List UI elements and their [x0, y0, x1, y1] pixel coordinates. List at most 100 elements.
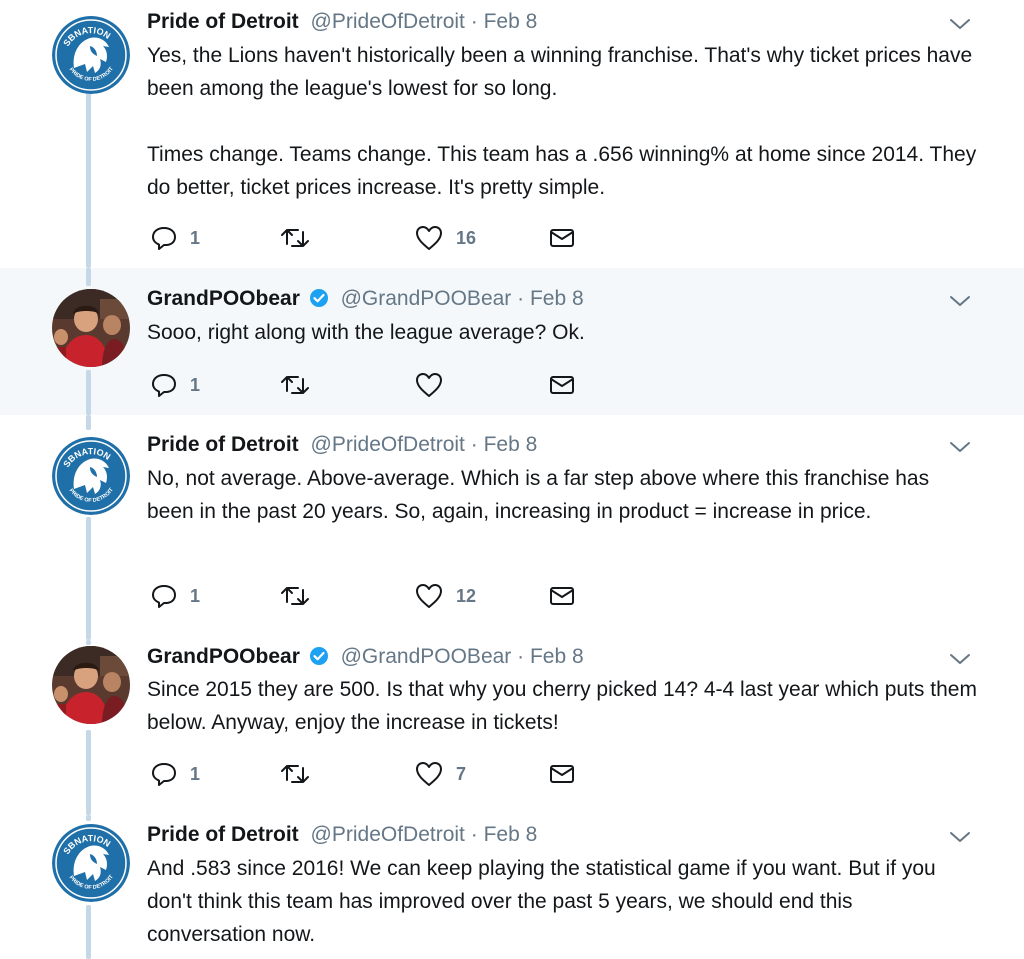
thread-connector-line	[86, 640, 91, 645]
tweet[interactable]: SBNATION PRIDE OF DETROIT Pride of Detro…	[0, 0, 1024, 268]
display-name[interactable]: Pride of Detroit	[147, 10, 299, 33]
heart-icon	[416, 373, 442, 397]
separator-dot: ·	[470, 10, 478, 33]
tweet-header: Pride of Detroit @PrideOfDetroit · Feb 8	[147, 9, 537, 35]
avatar[interactable]: SBNATION PRIDE OF DETROIT	[52, 824, 130, 902]
tweet-actions: 1 12	[150, 581, 650, 611]
tweet[interactable]: SBNATION PRIDE OF DETROIT Pride of Detro…	[0, 815, 1024, 959]
avatar[interactable]: SBNATION PRIDE OF DETROIT	[52, 437, 130, 515]
more-options-chevron-icon[interactable]	[948, 435, 972, 459]
like-button[interactable]: 16	[414, 223, 476, 253]
more-options-chevron-icon[interactable]	[948, 825, 972, 849]
thread-connector-line	[86, 268, 91, 286]
reply-button[interactable]: 1	[150, 370, 200, 400]
reply-icon	[152, 763, 176, 786]
retweet-button[interactable]	[280, 581, 310, 611]
mail-icon	[550, 765, 574, 783]
tweet-text: No, not average. Above-average. Which is…	[147, 462, 977, 528]
heart-icon	[416, 584, 442, 608]
like-count: 7	[456, 763, 467, 784]
tweet-paragraph: Since 2015 they are 500. Is that why you…	[147, 678, 977, 734]
user-handle[interactable]: @PrideOfDetroit	[311, 10, 465, 33]
retweet-button[interactable]	[280, 759, 310, 789]
mail-icon	[550, 587, 574, 605]
sbnation-logo-icon: SBNATION PRIDE OF DETROIT	[52, 824, 130, 902]
tweet-header: GrandPOObear @GrandPOOBear · Feb 8	[147, 286, 584, 315]
verified-badge-icon	[309, 288, 329, 315]
direct-message-button[interactable]	[548, 759, 576, 789]
mail-icon	[550, 229, 574, 247]
tweet-date[interactable]: Feb 8	[530, 287, 584, 310]
retweet-icon	[281, 229, 309, 247]
thread-connector-line	[86, 86, 91, 268]
user-handle[interactable]: @GrandPOOBear	[341, 645, 512, 668]
tweet-actions: 1	[150, 370, 650, 400]
more-options-chevron-icon[interactable]	[948, 289, 972, 313]
like-count: 16	[456, 227, 477, 248]
reply-count: 1	[190, 585, 201, 606]
like-button[interactable]: 7	[414, 759, 466, 789]
direct-message-button[interactable]	[548, 223, 576, 253]
thread-connector-line	[86, 415, 91, 430]
retweet-button[interactable]	[280, 223, 310, 253]
avatar[interactable]	[52, 646, 130, 724]
like-count: 12	[456, 585, 477, 606]
retweet-button[interactable]	[280, 370, 310, 400]
direct-message-button[interactable]	[548, 370, 576, 400]
separator-dot: ·	[517, 287, 525, 310]
direct-message-button[interactable]	[548, 581, 576, 611]
tweet-text: Yes, the Lions haven't historically been…	[147, 39, 977, 204]
display-name[interactable]: GrandPOObear	[147, 287, 300, 310]
like-button[interactable]	[414, 370, 444, 400]
more-options-chevron-icon[interactable]	[948, 12, 972, 36]
tweet-date[interactable]: Feb 8	[484, 823, 538, 846]
tweet[interactable]: SBNATION PRIDE OF DETROIT Pride of Detro…	[0, 415, 1024, 640]
verified-badge-icon	[309, 646, 329, 673]
sbnation-logo-icon: SBNATION PRIDE OF DETROIT	[52, 16, 130, 94]
reply-icon	[152, 374, 176, 397]
tweet-date[interactable]: Feb 8	[530, 645, 584, 668]
tweet-text: Since 2015 they are 500. Is that why you…	[147, 673, 977, 739]
tweet-actions: 1 7	[150, 759, 650, 789]
thread-connector-line	[86, 905, 91, 959]
display-name[interactable]: Pride of Detroit	[147, 433, 299, 456]
retweet-icon	[281, 587, 309, 605]
thread-connector-line	[86, 730, 91, 815]
thread-connector-line	[86, 517, 91, 640]
tweet-date[interactable]: Feb 8	[484, 10, 538, 33]
reply-icon	[152, 585, 176, 608]
tweet[interactable]: GrandPOObear @GrandPOOBear · Feb 8 Sooo,…	[0, 268, 1024, 415]
tweet-header: GrandPOObear @GrandPOOBear · Feb 8	[147, 644, 584, 673]
retweet-icon	[281, 376, 309, 394]
avatar[interactable]	[52, 289, 130, 367]
like-button[interactable]: 12	[414, 581, 476, 611]
separator-dot: ·	[470, 433, 478, 456]
avatar[interactable]: SBNATION PRIDE OF DETROIT	[52, 16, 130, 94]
conversation-thread: SBNATION PRIDE OF DETROIT Pride of Detro…	[0, 0, 1024, 959]
tweet-paragraph: And .583 since 2016! We can keep playing…	[147, 857, 936, 946]
user-photo-icon	[52, 289, 130, 367]
tweet-text: Sooo, right along with the league averag…	[147, 316, 977, 349]
tweet[interactable]: GrandPOObear @GrandPOOBear · Feb 8 Since…	[0, 640, 1024, 815]
user-handle[interactable]: @PrideOfDetroit	[311, 433, 465, 456]
display-name[interactable]: Pride of Detroit	[147, 823, 299, 846]
more-options-chevron-icon[interactable]	[948, 647, 972, 671]
tweet-paragraph: No, not average. Above-average. Which is…	[147, 467, 930, 523]
reply-button[interactable]: 1	[150, 223, 200, 253]
heart-icon	[416, 226, 442, 250]
tweet-paragraph: Sooo, right along with the league averag…	[147, 321, 585, 344]
tweet-paragraph: Times change. Teams change. This team ha…	[147, 143, 977, 199]
reply-button[interactable]: 1	[150, 581, 200, 611]
mail-icon	[550, 376, 574, 394]
user-handle[interactable]: @GrandPOOBear	[341, 287, 512, 310]
reply-button[interactable]: 1	[150, 759, 200, 789]
tweet-date[interactable]: Feb 8	[484, 433, 538, 456]
user-handle[interactable]: @PrideOfDetroit	[311, 823, 465, 846]
tweet-header: Pride of Detroit @PrideOfDetroit · Feb 8	[147, 822, 537, 848]
sbnation-logo-icon: SBNATION PRIDE OF DETROIT	[52, 437, 130, 515]
retweet-icon	[281, 765, 309, 783]
tweet-paragraph: Yes, the Lions haven't historically been…	[147, 44, 973, 100]
thread-connector-line	[86, 370, 91, 415]
separator-dot: ·	[517, 645, 525, 668]
display-name[interactable]: GrandPOObear	[147, 645, 300, 668]
